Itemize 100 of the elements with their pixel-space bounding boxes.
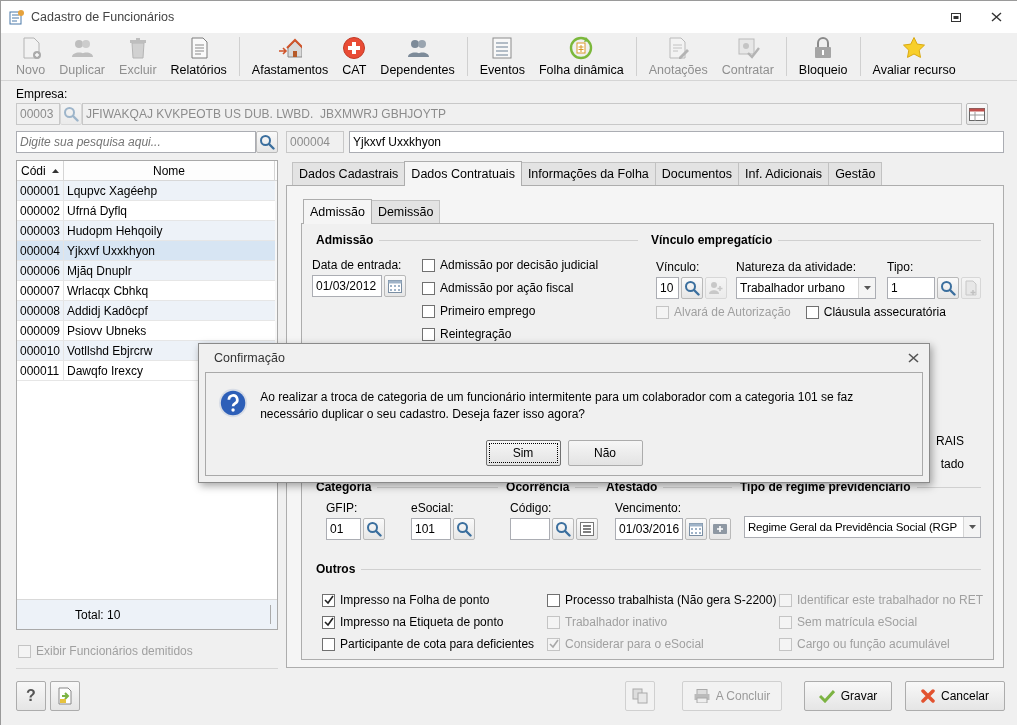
checkbox[interactable] — [422, 304, 435, 318]
cancel-icon — [921, 689, 935, 703]
checkbox[interactable] — [322, 637, 335, 651]
tab[interactable]: Dados Cadastrais — [292, 162, 406, 185]
group-title: Vínculo empregatício — [651, 233, 773, 247]
footer-button[interactable]: Gravar — [804, 681, 892, 711]
search-button[interactable] — [552, 518, 575, 540]
tab[interactable]: Admissão — [303, 199, 372, 224]
document-pen-icon — [666, 36, 691, 60]
column-header[interactable]: Códi — [17, 161, 64, 180]
vencimento-field[interactable]: 01/03/2016 — [615, 518, 684, 540]
dialog-message: Ao realizar a troca de categoria de um funcionário intermitente para um colaborador com a categoria 101 se faz necessário duplicar o seu cadastro. Deseja fazer isso agora? — [260, 389, 855, 423]
regime-dropdown[interactable]: Regime Geral da Previdência Social (RGP — [744, 516, 981, 538]
employee-row[interactable]: 000001 Lqupvc Xagéehp — [17, 181, 275, 201]
column-header[interactable]: Nome — [64, 161, 275, 180]
calendar-button[interactable] — [384, 275, 406, 297]
toolbar-button[interactable]: Folha dinâmica — [531, 33, 631, 80]
search-field[interactable]: Digite sua pesquisa aqui... — [16, 131, 256, 153]
name-cell-text: Psiovv Ubneks — [66, 323, 148, 338]
employee-row[interactable]: 000009 Psiovv Ubneks — [17, 321, 275, 341]
employee-row[interactable]: 000008 Addidj Kadôcpf — [17, 301, 275, 321]
checkbox[interactable] — [547, 593, 560, 607]
search-icon — [684, 280, 700, 296]
help-button[interactable]: ? — [16, 681, 46, 711]
search-button[interactable] — [937, 277, 959, 299]
search-button[interactable] — [681, 277, 703, 299]
codigo-field[interactable] — [510, 518, 551, 540]
search-button[interactable] — [363, 518, 385, 540]
employee-name-field[interactable]: Yjkxvf Uxxkhyon — [349, 131, 1004, 153]
dialog-button[interactable]: Não — [567, 440, 643, 466]
checkbox[interactable] — [322, 593, 335, 607]
footer-button[interactable]: Cancelar — [905, 681, 1005, 711]
field-label: Data de entrada: — [312, 258, 403, 272]
checkbox[interactable] — [322, 615, 335, 629]
code-cell: 000006 — [17, 261, 64, 280]
document-arrow-icon — [56, 687, 74, 705]
list-button[interactable] — [576, 518, 599, 540]
tab[interactable]: Gestão — [828, 162, 883, 185]
name-cell-text: Addidj Kadôcpf — [66, 303, 149, 318]
tab[interactable]: Documentos — [654, 162, 739, 185]
toolbar-button[interactable]: Afastamentos — [244, 33, 336, 80]
copy-icon — [632, 688, 648, 704]
checkbox[interactable] — [422, 258, 435, 272]
tab[interactable]: Inf. Adicionais — [738, 162, 830, 185]
checkbox-label: Cláusula assecuratória — [823, 305, 946, 319]
toolbar-button[interactable]: Dependentes — [373, 33, 462, 80]
natureza-dropdown[interactable]: Trabalhador urbano — [736, 277, 876, 299]
tab[interactable]: Dados Contratuais — [404, 161, 522, 186]
name-cell-text: Wrlacqx Cbhkq — [66, 283, 150, 298]
tipo-field[interactable]: 1 — [887, 277, 935, 299]
toolbar-button[interactable]: Avaliar recurso — [865, 33, 963, 80]
table-icon — [969, 107, 985, 121]
name-cell-text: Ufrná Dyflq — [66, 203, 129, 218]
add-button[interactable] — [709, 518, 732, 540]
document-check-icon — [735, 36, 760, 60]
toolbar-button[interactable]: Relatórios — [163, 33, 234, 80]
table-button[interactable] — [966, 103, 988, 125]
name-cell-text: Dawqfo Irexcy — [66, 363, 145, 378]
employee-row[interactable]: 000007 Wrlacqx Cbhkq — [17, 281, 275, 301]
field-label: Código: — [510, 501, 553, 515]
partly-covered-text: tado — [940, 456, 964, 473]
name-cell-text: Votllshd Ebjrcrw — [66, 343, 154, 358]
list-document-icon — [490, 36, 515, 60]
date-field[interactable]: 01/03/2012 — [312, 275, 382, 297]
employee-row[interactable]: 000002 Ufrná Dyflq — [17, 201, 275, 221]
checkbox-label: Sem matrícula eSocial — [797, 615, 918, 629]
tab[interactable]: Demissão — [370, 200, 441, 223]
calendar-button[interactable] — [685, 518, 708, 540]
employee-row[interactable]: 000006 Mjãq Dnuplr — [17, 261, 275, 281]
code-cell: 000010 — [17, 341, 64, 360]
import-button[interactable] — [50, 681, 80, 711]
search-button[interactable] — [256, 131, 278, 153]
printer-icon — [693, 689, 710, 703]
dropdown-arrow-icon — [968, 525, 976, 529]
toolbar-button[interactable]: Bloqueio — [791, 33, 855, 80]
checkbox[interactable] — [422, 281, 435, 295]
vinculo-field[interactable]: 10 — [656, 277, 679, 299]
toolbar-button[interactable]: CAT — [335, 33, 374, 80]
employee-row[interactable]: 000003 Hudopm Hehqoily — [17, 221, 275, 241]
checkbox-label: Primeiro emprego — [440, 304, 536, 318]
checkbox-label: Participante de cota para deficientes — [340, 637, 535, 651]
checkbox-label: Alvará de Autorização — [674, 305, 791, 319]
toolbar-button[interactable]: Eventos — [472, 33, 532, 80]
gfip-field[interactable]: 01 — [326, 518, 361, 540]
search-icon — [366, 521, 382, 537]
add-document-icon — [964, 280, 978, 296]
checkbox[interactable] — [422, 327, 435, 341]
list-icon — [580, 522, 595, 536]
group-title: Categoria — [316, 480, 372, 494]
esocial-field[interactable]: 101 — [411, 518, 451, 540]
dialog-button[interactable]: Sim — [485, 440, 561, 466]
sort-up-icon — [51, 168, 59, 173]
search-button[interactable] — [453, 518, 475, 540]
tab[interactable]: Informações da Folha — [520, 162, 656, 185]
employee-row[interactable]: 000004 Yjkxvf Uxxkhyon — [17, 241, 275, 261]
checkbox-label: Identificar este trabalhador no RET — [797, 593, 984, 607]
checkbox[interactable] — [805, 305, 819, 319]
medical-cross-icon — [342, 36, 367, 60]
plus-icon — [713, 524, 728, 534]
restore-icon — [951, 12, 961, 22]
